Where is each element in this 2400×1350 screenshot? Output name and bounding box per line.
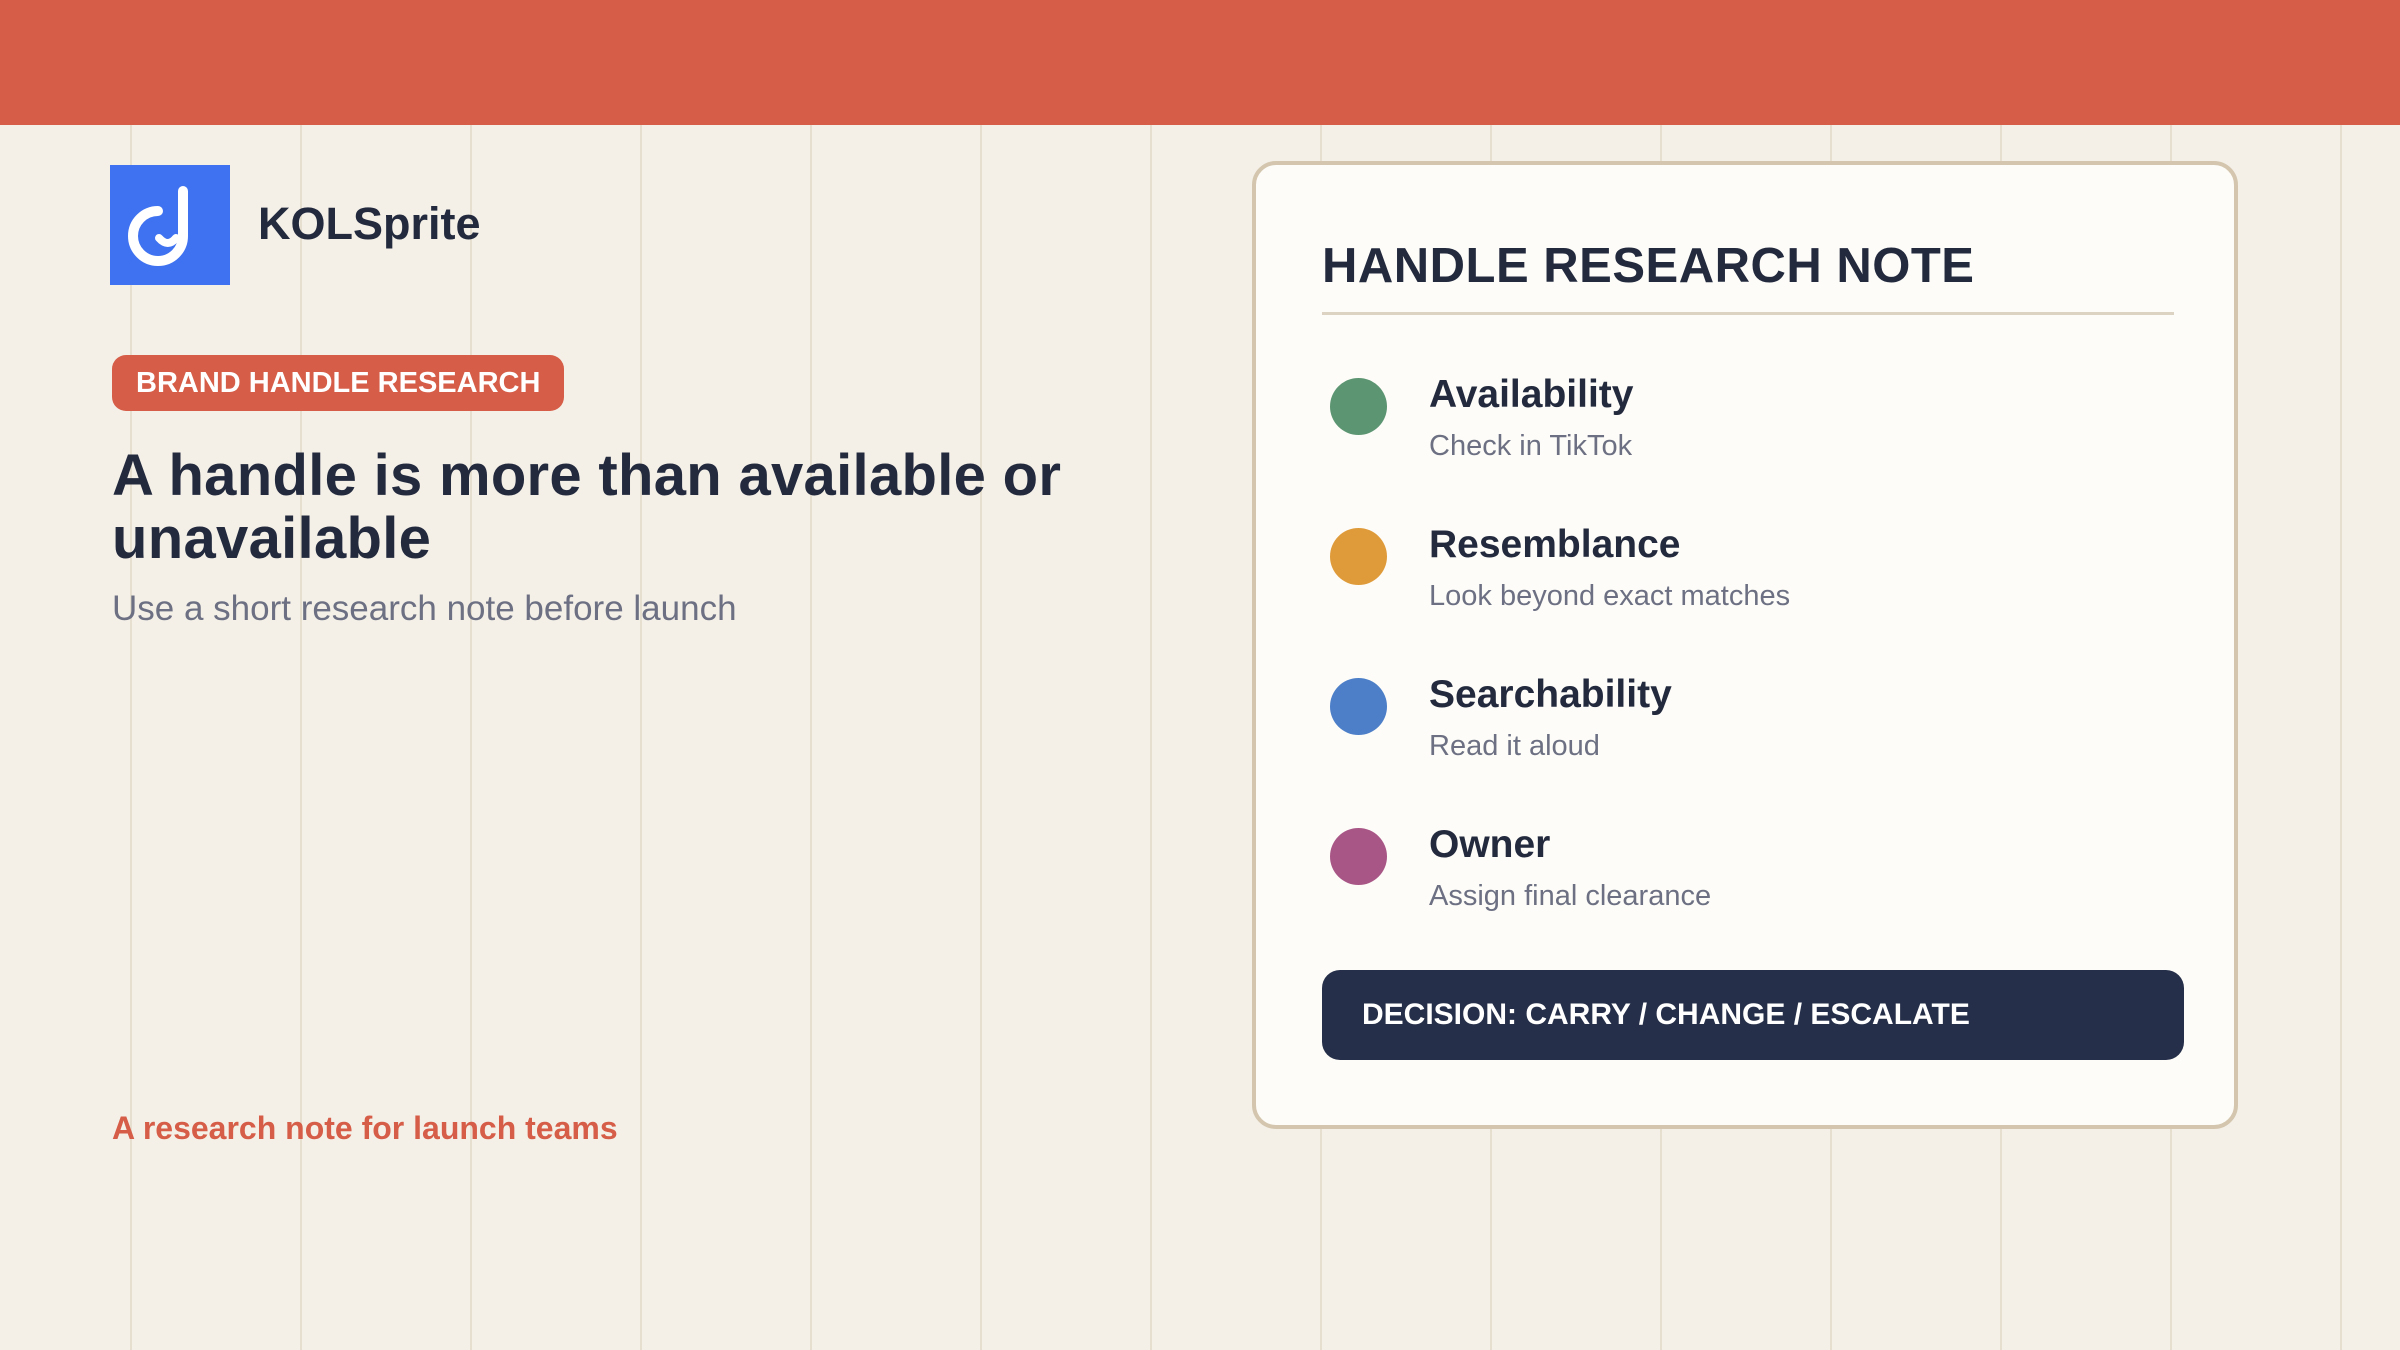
- criterion-label: Resemblance: [1429, 523, 1681, 566]
- card-title: HANDLE RESEARCH NOTE: [1322, 239, 1975, 293]
- criterion-description: Check in TikTok: [1429, 430, 1633, 462]
- page-headline: A handle is more than available or unava…: [112, 443, 1062, 571]
- page-subhead: Use a short research note before launch: [112, 589, 737, 628]
- criterion-searchability: Searchability Read it aloud: [1330, 670, 2170, 780]
- criterion-availability: Availability Check in TikTok: [1330, 370, 2170, 480]
- top-accent-band: [0, 0, 2400, 125]
- research-note-card: HANDLE RESEARCH NOTE Availability Check …: [1252, 161, 2238, 1129]
- criterion-description: Look beyond exact matches: [1429, 580, 1791, 612]
- status-dot-orange: [1330, 528, 1387, 585]
- category-tag: BRAND HANDLE RESEARCH: [112, 355, 565, 411]
- criterion-resemblance: Resemblance Look beyond exact matches: [1330, 520, 2170, 630]
- criterion-description: Assign final clearance: [1429, 880, 1712, 912]
- decision-banner: DECISION: CARRY / CHANGE / ESCALATE: [1322, 970, 2184, 1060]
- criterion-label: Availability: [1429, 373, 1634, 416]
- status-dot-purple: [1330, 828, 1387, 885]
- status-dot-green: [1330, 378, 1387, 435]
- footer-note: A research note for launch teams: [112, 1110, 618, 1146]
- criterion-label: Searchability: [1429, 673, 1672, 716]
- title-divider: [1322, 312, 2174, 315]
- brand-name: KOLSprite: [258, 198, 481, 249]
- criterion-owner: Owner Assign final clearance: [1330, 820, 2170, 930]
- criterion-label: Owner: [1429, 823, 1551, 866]
- status-dot-blue: [1330, 678, 1387, 735]
- kolsprite-logo-icon: [110, 165, 230, 285]
- criterion-description: Read it aloud: [1429, 730, 1600, 762]
